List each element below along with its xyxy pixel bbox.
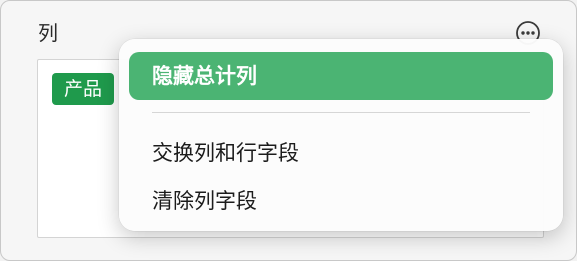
field-chip-product[interactable]: 产品 xyxy=(52,73,115,105)
columns-panel: 列 产品 隐藏总计列 交换列和行字段 清除列字段 xyxy=(0,0,577,261)
menu-item-hide-total-column[interactable]: 隐藏总计列 xyxy=(129,52,553,100)
menu-item-clear-column-field[interactable]: 清除列字段 xyxy=(129,177,553,225)
section-label: 列 xyxy=(38,21,58,45)
menu-separator xyxy=(152,112,530,113)
menu-item-swap-row-column-fields[interactable]: 交换列和行字段 xyxy=(129,129,553,177)
context-menu: 隐藏总计列 交换列和行字段 清除列字段 xyxy=(119,39,563,231)
